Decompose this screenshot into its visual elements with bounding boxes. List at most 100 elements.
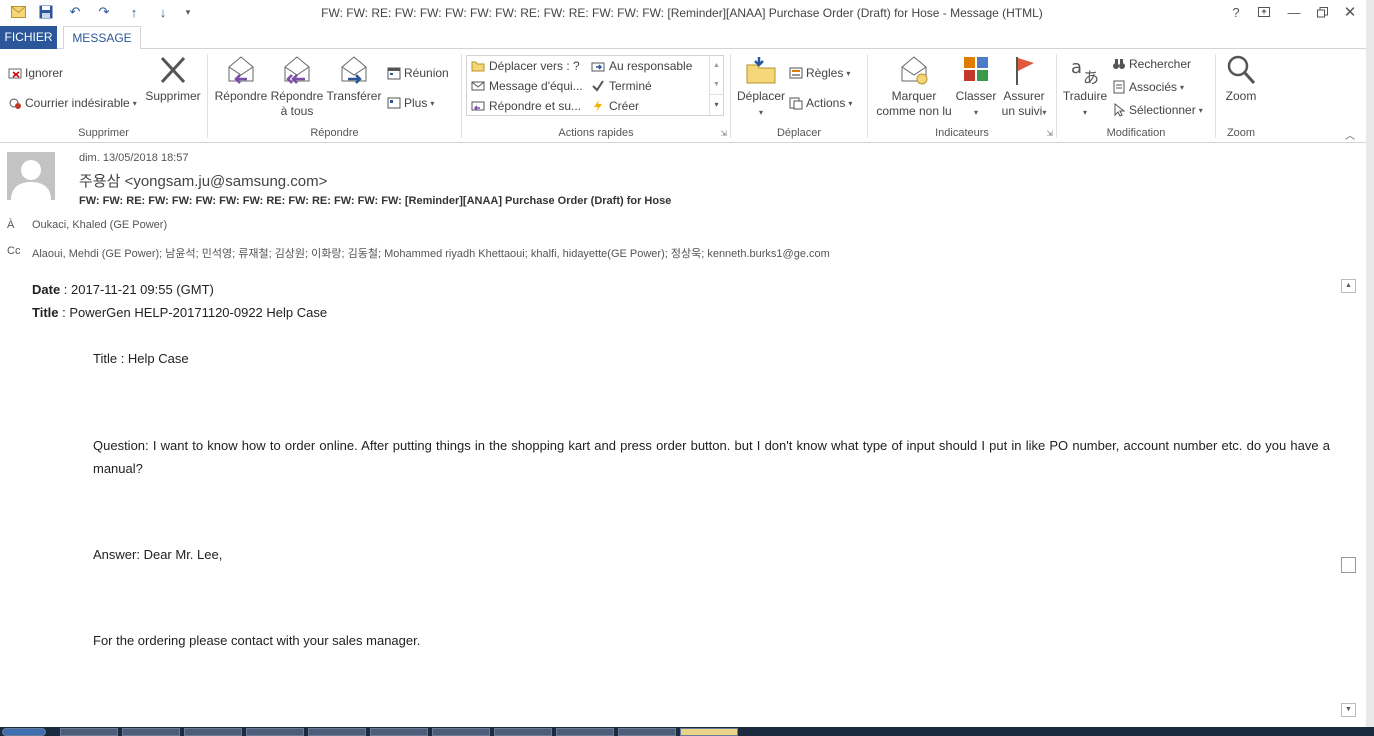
quick-step-reply-delete[interactable]: Répondre et su... bbox=[471, 99, 581, 113]
close-icon[interactable]: ✕ bbox=[1340, 3, 1360, 21]
classify-button[interactable]: Classer ▾ bbox=[954, 53, 998, 120]
find-label: Rechercher bbox=[1129, 57, 1192, 71]
translate-icon: aあ bbox=[1069, 53, 1101, 87]
folder-icon bbox=[471, 59, 485, 73]
to-recipients[interactable]: Oukaci, Khaled (GE Power) bbox=[32, 219, 167, 231]
scroll-down-icon[interactable]: ▼ bbox=[710, 75, 723, 94]
meeting-label: Réunion bbox=[404, 66, 449, 80]
dialog-launcher-icon[interactable]: ⇲ bbox=[720, 129, 727, 138]
reply-button[interactable]: Répondre bbox=[212, 53, 270, 104]
reply-delete-icon bbox=[471, 99, 485, 113]
quick-steps-scroll[interactable]: ▲ ▼ ▾ bbox=[709, 56, 723, 115]
quick-step-to-manager[interactable]: Au responsable bbox=[591, 59, 692, 73]
body-title-line: Title : PowerGen HELP-20171120-0922 Help… bbox=[32, 305, 327, 320]
translate-button[interactable]: aあ Traduire ▾ bbox=[1059, 53, 1111, 120]
move-button[interactable]: Déplacer ▾ bbox=[735, 53, 787, 120]
group-indicateurs: Marquer comme non lu Classer ▾ Assurer un… bbox=[868, 49, 1056, 142]
group-modification: aあ Traduire ▾ Rechercher Associés ▾ Sélect… bbox=[1057, 49, 1215, 142]
taskbar-item[interactable] bbox=[432, 728, 490, 736]
follow-up-label-2: un suivi bbox=[1001, 104, 1043, 118]
mark-unread-icon bbox=[898, 53, 930, 87]
group-label-indicateurs: Indicateurs bbox=[935, 127, 989, 139]
body-date-value: : 2017-11-21 09:55 (GMT) bbox=[60, 282, 214, 297]
quick-step-move-to[interactable]: Déplacer vers : ? bbox=[471, 59, 580, 73]
reply-all-label-2: à tous bbox=[280, 104, 314, 118]
taskbar bbox=[0, 727, 1374, 736]
reply-all-button[interactable]: Répondre à tous bbox=[269, 53, 325, 119]
cc-recipients[interactable]: Alaoui, Mehdi (GE Power); 남윤석; 민석영; 류재철;… bbox=[32, 245, 830, 261]
move-to-label: Déplacer vers : ? bbox=[489, 59, 580, 73]
taskbar-item[interactable] bbox=[308, 728, 366, 736]
body-title-paragraph: Title : Help Case bbox=[93, 351, 189, 366]
quick-step-create[interactable]: Créer bbox=[591, 99, 639, 113]
body-question: Question: I want to know how to order on… bbox=[93, 438, 1330, 476]
start-button[interactable] bbox=[2, 728, 46, 736]
related-button[interactable]: Associés ▾ bbox=[1112, 78, 1184, 96]
group-supprimer: Ignorer Courrier indésirable ▾ Supprimer … bbox=[0, 49, 207, 142]
meeting-button[interactable]: Réunion bbox=[387, 64, 449, 82]
ignore-icon bbox=[8, 66, 22, 80]
minimize-icon[interactable]: — bbox=[1284, 3, 1304, 21]
zoom-button[interactable]: Zoom bbox=[1218, 53, 1264, 104]
delete-label: Supprimer bbox=[145, 89, 201, 103]
select-button[interactable]: Sélectionner ▾ bbox=[1112, 101, 1203, 119]
quick-step-team-email[interactable]: Message d'équi... bbox=[471, 79, 583, 93]
actions-button[interactable]: Actions ▾ bbox=[789, 94, 852, 112]
mark-unread-button[interactable]: Marquer comme non lu bbox=[872, 53, 956, 119]
tab-message[interactable]: MESSAGE bbox=[63, 26, 141, 50]
scroll-up-icon[interactable]: ▲ bbox=[710, 56, 723, 75]
group-label-supprimer: Supprimer bbox=[78, 127, 129, 139]
group-label-repondre: Répondre bbox=[310, 127, 359, 139]
more-button[interactable]: Plus ▾ bbox=[387, 94, 434, 112]
ignore-button[interactable]: Ignorer bbox=[8, 64, 63, 82]
body-title-value: : PowerGen HELP-20171120-0922 Help Case bbox=[58, 305, 328, 320]
restore-icon[interactable] bbox=[1312, 3, 1332, 21]
taskbar-item[interactable] bbox=[370, 728, 428, 736]
expand-gallery-icon[interactable]: ▾ bbox=[710, 94, 723, 113]
taskbar-item[interactable] bbox=[618, 728, 676, 736]
delete-button[interactable]: Supprimer bbox=[140, 53, 206, 104]
to-label: À bbox=[7, 219, 15, 231]
scroll-up-icon[interactable]: ▲ bbox=[1341, 279, 1356, 293]
actions-label: Actions bbox=[806, 96, 846, 110]
taskbar-item[interactable] bbox=[246, 728, 304, 736]
follow-up-button[interactable]: Assurer un suivi▾ bbox=[996, 53, 1052, 120]
forward-label: Transférer bbox=[326, 89, 382, 103]
cursor-icon bbox=[1112, 102, 1126, 117]
taskbar-item[interactable] bbox=[494, 728, 552, 736]
quick-step-done[interactable]: Terminé bbox=[591, 79, 652, 93]
taskbar-item[interactable] bbox=[556, 728, 614, 736]
reply-delete-label: Répondre et su... bbox=[489, 99, 582, 113]
tab-file[interactable]: FICHIER bbox=[0, 26, 57, 49]
collapse-ribbon-icon[interactable]: ︿ bbox=[1345, 127, 1355, 142]
reply-label: Répondre bbox=[214, 89, 268, 103]
message-header: dim. 13/05/2018 18:57 주용삼 <yongsam.ju@sa… bbox=[0, 143, 1366, 263]
junk-button[interactable]: Courrier indésirable ▾ bbox=[8, 94, 137, 112]
more-icon bbox=[387, 96, 401, 110]
rules-icon bbox=[789, 66, 803, 80]
dialog-launcher-icon[interactable]: ⇲ bbox=[1046, 129, 1053, 138]
avatar bbox=[7, 152, 55, 200]
rules-label: Règles bbox=[806, 66, 844, 80]
find-button[interactable]: Rechercher bbox=[1112, 55, 1191, 73]
taskbar-item[interactable] bbox=[60, 728, 118, 736]
forward-button[interactable]: Transférer bbox=[325, 53, 383, 104]
translate-label: Traduire bbox=[1062, 89, 1108, 103]
message-sender[interactable]: 주용삼 <yongsam.ju@samsung.com> bbox=[79, 170, 327, 191]
scroll-down-icon[interactable]: ▼ bbox=[1341, 703, 1356, 717]
scroll-thumb[interactable] bbox=[1341, 557, 1356, 573]
ribbon: Ignorer Courrier indésirable ▾ Supprimer … bbox=[0, 49, 1366, 143]
body-scrollbar[interactable]: ▲ ▼ bbox=[1341, 279, 1357, 717]
done-label: Terminé bbox=[609, 79, 652, 93]
rules-button[interactable]: Règles ▾ bbox=[789, 64, 850, 82]
taskbar-item[interactable] bbox=[184, 728, 242, 736]
taskbar-item[interactable] bbox=[122, 728, 180, 736]
cc-label: Cc bbox=[7, 245, 21, 257]
message-subject: FW: FW: RE: FW: FW: FW: FW: FW: RE: FW: … bbox=[79, 195, 672, 207]
ignore-label: Ignorer bbox=[25, 66, 64, 80]
help-button[interactable]: ? bbox=[1226, 3, 1246, 21]
ribbon-display-options-icon[interactable] bbox=[1254, 3, 1274, 21]
junk-label: Courrier indésirable bbox=[25, 96, 130, 110]
to-manager-icon bbox=[591, 59, 605, 73]
taskbar-item-active[interactable] bbox=[680, 728, 738, 736]
